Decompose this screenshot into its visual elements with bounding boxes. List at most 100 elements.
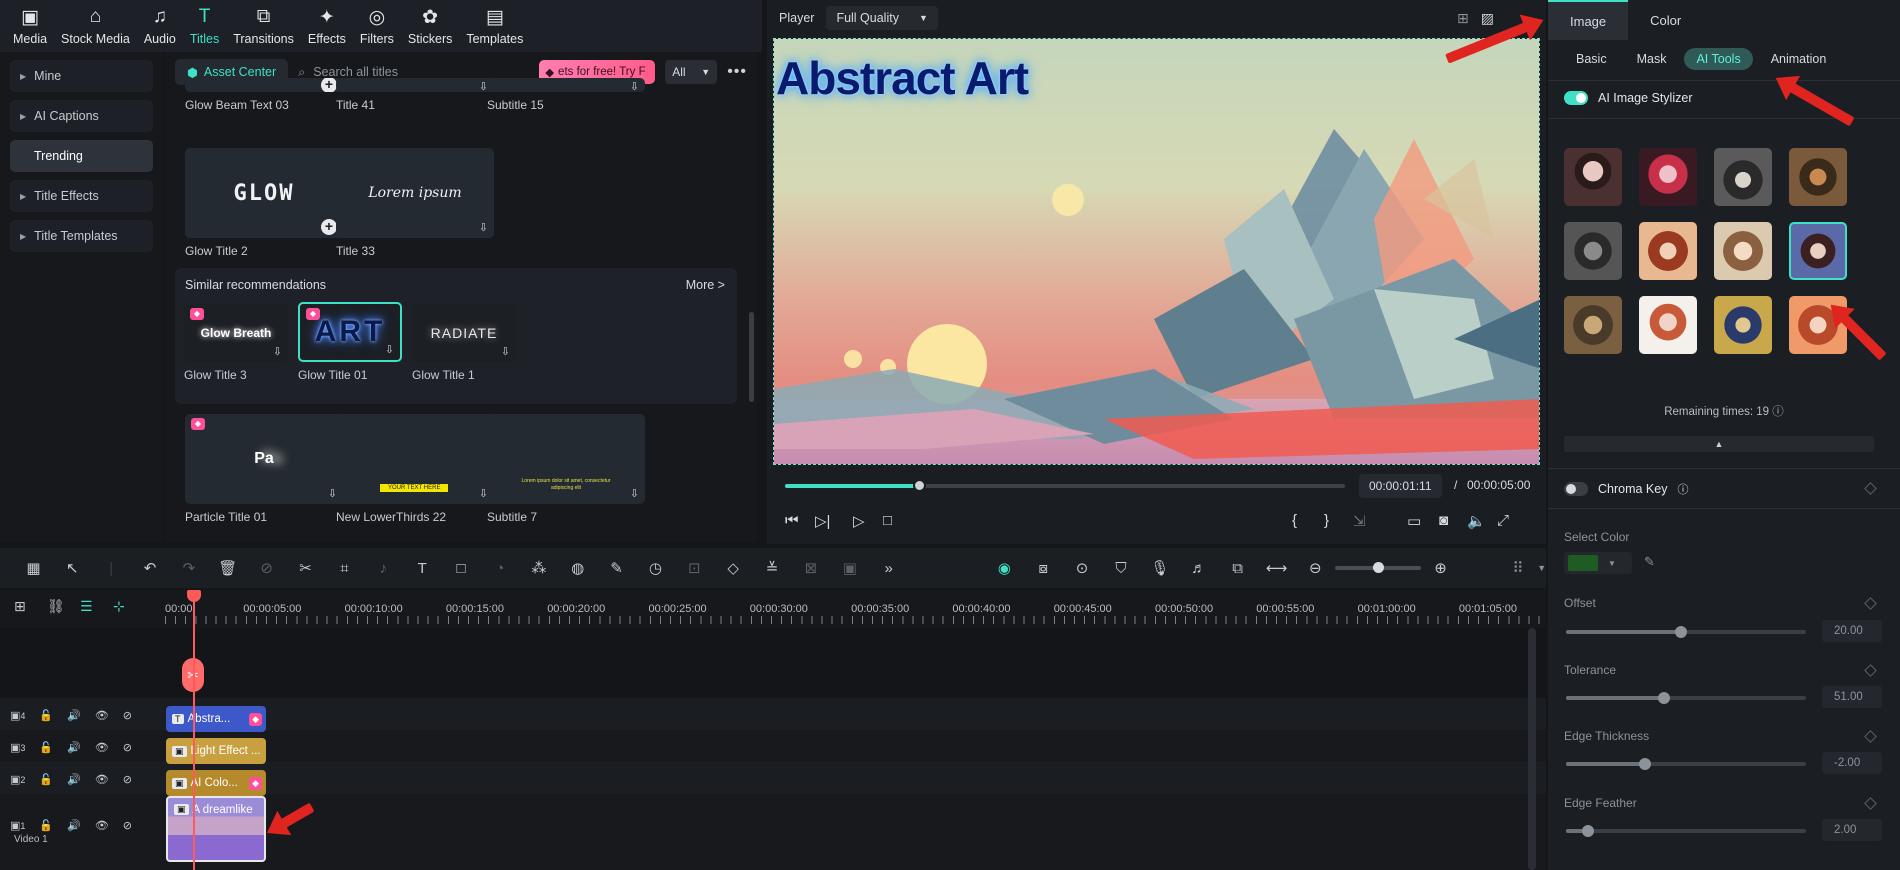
edge-thickness-slider[interactable] (1566, 758, 1806, 770)
style-preset-selected[interactable] (1789, 222, 1847, 280)
keyframe-icon[interactable] (1864, 797, 1877, 810)
timeline-clip[interactable]: T Abstra... ◆ (166, 706, 266, 732)
title-card[interactable]: Lorem ipsum ⇩ Title 33 (336, 148, 494, 258)
track-type-icon[interactable]: ▣ (10, 709, 20, 722)
style-preset[interactable] (1564, 296, 1622, 354)
play-icon[interactable]: ▷ (853, 512, 865, 530)
title-card[interactable]: ◆ Glow Breath ⇩ Glow Title 3 (184, 304, 288, 382)
offset-slider[interactable] (1566, 626, 1806, 638)
download-icon[interactable]: ⇩ (501, 345, 510, 358)
preview-canvas[interactable]: Abstract Art (773, 38, 1540, 465)
eye-icon[interactable]: 👁 (95, 819, 109, 832)
grid-view-icon[interactable]: ⊞ (1457, 10, 1469, 27)
eyedropper-icon[interactable]: ✎ (1644, 554, 1655, 570)
toolbar-stickers[interactable]: ✿ Stickers (401, 4, 459, 52)
stop-icon[interactable]: □ (883, 512, 892, 529)
edge-thickness-value-input[interactable]: -2.00 (1822, 752, 1882, 774)
hide-icon[interactable]: ⊘ (123, 773, 132, 786)
title-card[interactable]: Lorem ipsum dolor sit amet, consectetur … (487, 414, 645, 524)
toolbar-transitions[interactable]: ⧉ Transitions (226, 4, 301, 52)
zoom-in-icon[interactable]: ⊕ (1421, 559, 1460, 577)
hide-icon[interactable]: ⊘ (123, 819, 132, 832)
more-tools-icon[interactable]: » (869, 560, 908, 577)
ai-edit-icon[interactable]: ✎ (597, 559, 636, 577)
toolbar-audio[interactable]: ♫ Audio (137, 4, 183, 52)
slider-knob[interactable] (1658, 692, 1671, 704)
chroma-key-toggle[interactable] (1564, 482, 1588, 496)
more-options-icon[interactable]: ••• (727, 63, 747, 81)
speaker-icon[interactable]: 🔊 (67, 741, 81, 754)
ai-copilot-icon[interactable]: ◉ (985, 559, 1024, 577)
text-icon[interactable]: T (403, 560, 442, 577)
track-manage-icon[interactable]: ☰ (80, 598, 93, 615)
lock-icon[interactable]: 🔓 (39, 741, 53, 754)
toolbar-stock-media[interactable]: ⌂ Stock Media (54, 4, 137, 52)
keyframe-icon[interactable] (1864, 664, 1877, 677)
tab-color[interactable]: Color (1628, 0, 1703, 40)
tolerance-value-input[interactable]: 51.00 (1822, 686, 1882, 708)
shape-icon[interactable]: □ (442, 560, 481, 577)
color-picker-dropdown[interactable]: ▼ (1564, 552, 1632, 574)
eye-icon[interactable]: 👁 (95, 741, 109, 754)
help-icon[interactable]: ⓘ (1677, 481, 1688, 497)
lock-icon[interactable]: 🔓 (39, 773, 53, 786)
grid-options-icon[interactable]: ⠿ (1498, 559, 1537, 577)
hide-icon[interactable]: ⊘ (123, 709, 132, 722)
keyframe-icon[interactable] (1864, 730, 1877, 743)
subtab-basic[interactable]: Basic (1564, 48, 1619, 70)
style-preset[interactable] (1714, 222, 1772, 280)
stabilize-icon[interactable]: ⊡ (675, 559, 714, 577)
progress-knob[interactable] (913, 479, 927, 492)
timeline-ruler[interactable]: ⊞ ⛓ ☰ ⊹ 00:00 00:00:05:00 00:00:10:00 00:00… (0, 590, 1546, 628)
title-card[interactable]: ⇩ Subtitle 15 (487, 78, 645, 112)
chevron-down-icon[interactable]: ▼ (1537, 563, 1546, 573)
volume-icon[interactable]: 🔈 (1467, 512, 1486, 530)
timeline-clip[interactable]: ▣ AI Colo... ◆ (166, 770, 266, 796)
download-icon[interactable]: ⇩ (385, 343, 394, 356)
zoom-knob[interactable] (1372, 562, 1384, 573)
timeline-scrollbar[interactable] (1528, 628, 1536, 870)
detach-audio-icon[interactable]: ⊘ (247, 559, 286, 577)
toolbar-titles[interactable]: T Titles (183, 4, 226, 52)
mosaic-icon[interactable]: ▣ (830, 559, 869, 577)
zoom-out-icon[interactable]: ⊖ (1296, 559, 1335, 577)
download-icon[interactable]: ⇩ (630, 487, 639, 500)
crop-icon[interactable]: ⌗ (325, 560, 364, 577)
add-track-icon[interactable]: ⊞ (14, 598, 26, 615)
quality-dropdown[interactable]: Full Quality ▼ (826, 6, 938, 30)
step-back-icon[interactable]: ⏮ (785, 512, 799, 529)
keyframe-icon[interactable] (1864, 482, 1877, 495)
sidebar-item-trending[interactable]: Trending (10, 140, 153, 172)
color-match-icon[interactable]: ⁂ (519, 559, 558, 577)
title-card[interactable]: ⇩ Title 41 (336, 78, 494, 112)
adjust-icon[interactable]: ≚ (753, 559, 792, 577)
add-icon[interactable]: + (321, 219, 337, 235)
offset-value-input[interactable]: 20.00 (1822, 620, 1882, 642)
style-preset[interactable] (1789, 148, 1847, 206)
display-icon[interactable]: ▭ (1407, 512, 1421, 530)
download-icon[interactable]: ⇩ (630, 80, 639, 92)
slider-knob[interactable] (1581, 825, 1594, 837)
speed-icon[interactable]: ◔ (481, 560, 520, 577)
sidebar-item-title-effects[interactable]: ▶ Title Effects (10, 180, 153, 212)
eye-icon[interactable]: 👁 (95, 709, 109, 722)
toolbar-media[interactable]: ▣ Media (6, 4, 54, 52)
hide-icon[interactable]: ⊘ (123, 741, 132, 754)
keyframe-tool-icon[interactable]: ◇ (714, 559, 753, 577)
keyframe-icon[interactable] (1864, 597, 1877, 610)
tab-image[interactable]: Image (1548, 0, 1629, 40)
audio-edit-icon[interactable]: ♪ (364, 560, 403, 577)
snapshot-view-icon[interactable]: ▨ (1481, 10, 1494, 27)
more-link[interactable]: More > (686, 278, 725, 292)
speaker-icon[interactable]: 🔊 (67, 709, 81, 722)
microphone-icon[interactable]: 🎙 (1140, 559, 1179, 577)
replace-icon[interactable]: ⧉ (1218, 560, 1257, 577)
track-type-icon[interactable]: ▣ (10, 819, 20, 832)
subtab-animation[interactable]: Animation (1759, 48, 1839, 70)
insert-icon[interactable]: ⇲ (1353, 512, 1366, 530)
sidebar-item-ai-captions[interactable]: ▶ AI Captions (10, 100, 153, 132)
style-preset[interactable] (1639, 148, 1697, 206)
zoom-slider[interactable] (1334, 562, 1422, 573)
title-card[interactable]: RADIATE ⇩ Glow Title 1 (412, 304, 516, 382)
timeline-clip[interactable]: ▣ Light Effect ... (166, 738, 266, 764)
